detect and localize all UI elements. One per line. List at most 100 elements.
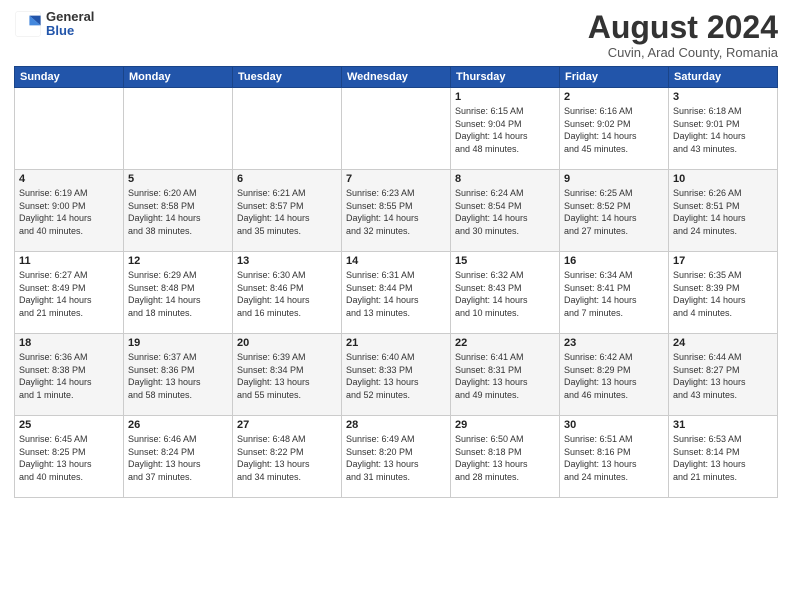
table-row: 22Sunrise: 6:41 AM Sunset: 8:31 PM Dayli… xyxy=(451,334,560,416)
table-row: 16 Sunrise: 6:34 AM Sunset: 8:41 PM Dayli… xyxy=(560,252,669,334)
logo: General Blue xyxy=(14,10,94,39)
col-saturday: Saturday xyxy=(669,67,778,88)
table-row: 30Sunrise: 6:51 AM Sunset: 8:16 PM Dayli… xyxy=(560,416,669,498)
calendar-week-row: 25Sunrise: 6:45 AM Sunset: 8:25 PM Dayli… xyxy=(15,416,778,498)
day-info: Sunrise: 6:45 AM Sunset: 8:25 PM Dayligh… xyxy=(19,433,119,483)
month-title: August 2024 xyxy=(588,10,778,45)
day-number: 10 xyxy=(673,173,773,185)
table-row: 28Sunrise: 6:49 AM Sunset: 8:20 PM Dayli… xyxy=(342,416,451,498)
table-row: 5 Sunrise: 6:20 AM Sunset: 8:58 PM Daylig… xyxy=(124,170,233,252)
day-number: 21 xyxy=(346,337,446,349)
day-number: 16 xyxy=(564,255,664,267)
table-row: 15 Sunrise: 6:32 AM Sunset: 8:43 PM Dayli… xyxy=(451,252,560,334)
table-row: 6Sunrise: 6:21 AM Sunset: 8:57 PM Daylig… xyxy=(233,170,342,252)
day-number: 26 xyxy=(128,419,228,431)
calendar-week-row: 4Sunrise: 6:19 AM Sunset: 9:00 PM Daylig… xyxy=(15,170,778,252)
day-number: 3 xyxy=(673,91,773,103)
table-row: 24Sunrise: 6:44 AM Sunset: 8:27 PM Dayli… xyxy=(669,334,778,416)
day-info: Sunrise: 6:23 AM Sunset: 8:55 PM Dayligh… xyxy=(346,187,446,237)
table-row: 7 Sunrise: 6:23 AM Sunset: 8:55 PM Daylig… xyxy=(342,170,451,252)
day-number: 27 xyxy=(237,419,337,431)
day-number: 19 xyxy=(128,337,228,349)
day-number: 17 xyxy=(673,255,773,267)
day-number: 13 xyxy=(237,255,337,267)
table-row: 4Sunrise: 6:19 AM Sunset: 9:00 PM Daylig… xyxy=(15,170,124,252)
title-block: August 2024 Cuvin, Arad County, Romania xyxy=(588,10,778,60)
day-number: 28 xyxy=(346,419,446,431)
day-info: Sunrise: 6:32 AM Sunset: 8:43 PM Dayligh… xyxy=(455,269,555,319)
table-row: 10 Sunrise: 6:26 AM Sunset: 8:51 PM Dayli… xyxy=(669,170,778,252)
day-info: Sunrise: 6:25 AM Sunset: 8:52 PM Dayligh… xyxy=(564,187,664,237)
day-info: Sunrise: 6:16 AM Sunset: 9:02 PM Dayligh… xyxy=(564,105,664,155)
day-info: Sunrise: 6:34 AM Sunset: 8:41 PM Dayligh… xyxy=(564,269,664,319)
col-friday: Friday xyxy=(560,67,669,88)
header: General Blue August 2024 Cuvin, Arad Cou… xyxy=(14,10,778,60)
logo-blue-label: Blue xyxy=(46,24,94,38)
table-row: 26 Sunrise: 6:46 AM Sunset: 8:24 PM Dayli… xyxy=(124,416,233,498)
day-info: Sunrise: 6:26 AM Sunset: 8:51 PM Dayligh… xyxy=(673,187,773,237)
calendar-table: Sunday Monday Tuesday Wednesday Thursday… xyxy=(14,66,778,498)
day-number: 7 xyxy=(346,173,446,185)
col-tuesday: Tuesday xyxy=(233,67,342,88)
table-row xyxy=(342,88,451,170)
logo-general-label: General xyxy=(46,10,94,24)
day-number: 18 xyxy=(19,337,119,349)
calendar-header-row: Sunday Monday Tuesday Wednesday Thursday… xyxy=(15,67,778,88)
day-number: 20 xyxy=(237,337,337,349)
table-row: 20 Sunrise: 6:39 AM Sunset: 8:34 PM Dayli… xyxy=(233,334,342,416)
table-row: 23Sunrise: 6:42 AM Sunset: 8:29 PM Dayli… xyxy=(560,334,669,416)
table-row: 29Sunrise: 6:50 AM Sunset: 8:18 PM Dayli… xyxy=(451,416,560,498)
table-row: 2 Sunrise: 6:16 AM Sunset: 9:02 PM Daylig… xyxy=(560,88,669,170)
table-row: 19 Sunrise: 6:37 AM Sunset: 8:36 PM Dayli… xyxy=(124,334,233,416)
table-row xyxy=(233,88,342,170)
day-number: 12 xyxy=(128,255,228,267)
day-number: 30 xyxy=(564,419,664,431)
day-number: 5 xyxy=(128,173,228,185)
day-number: 6 xyxy=(237,173,337,185)
table-row xyxy=(15,88,124,170)
day-number: 2 xyxy=(564,91,664,103)
table-row: 17 Sunrise: 6:35 AM Sunset: 8:39 PM Dayli… xyxy=(669,252,778,334)
day-number: 15 xyxy=(455,255,555,267)
logo-text: General Blue xyxy=(46,10,94,39)
day-number: 8 xyxy=(455,173,555,185)
calendar-week-row: 11Sunrise: 6:27 AM Sunset: 8:49 PM Dayli… xyxy=(15,252,778,334)
day-number: 14 xyxy=(346,255,446,267)
location-subtitle: Cuvin, Arad County, Romania xyxy=(588,45,778,60)
day-number: 11 xyxy=(19,255,119,267)
day-number: 22 xyxy=(455,337,555,349)
table-row xyxy=(124,88,233,170)
table-row: 12 Sunrise: 6:29 AM Sunset: 8:48 PM Dayli… xyxy=(124,252,233,334)
table-row: 11Sunrise: 6:27 AM Sunset: 8:49 PM Dayli… xyxy=(15,252,124,334)
logo-icon xyxy=(14,10,42,38)
day-info: Sunrise: 6:40 AM Sunset: 8:33 PM Dayligh… xyxy=(346,351,446,401)
day-info: Sunrise: 6:42 AM Sunset: 8:29 PM Dayligh… xyxy=(564,351,664,401)
day-info: Sunrise: 6:46 AM Sunset: 8:24 PM Dayligh… xyxy=(128,433,228,483)
calendar-week-row: 18Sunrise: 6:36 AM Sunset: 8:38 PM Dayli… xyxy=(15,334,778,416)
day-number: 1 xyxy=(455,91,555,103)
table-row: 31 Sunrise: 6:53 AM Sunset: 8:14 PM Dayli… xyxy=(669,416,778,498)
day-info: Sunrise: 6:30 AM Sunset: 8:46 PM Dayligh… xyxy=(237,269,337,319)
day-info: Sunrise: 6:29 AM Sunset: 8:48 PM Dayligh… xyxy=(128,269,228,319)
table-row: 18Sunrise: 6:36 AM Sunset: 8:38 PM Dayli… xyxy=(15,334,124,416)
col-wednesday: Wednesday xyxy=(342,67,451,88)
day-info: Sunrise: 6:39 AM Sunset: 8:34 PM Dayligh… xyxy=(237,351,337,401)
day-info: Sunrise: 6:48 AM Sunset: 8:22 PM Dayligh… xyxy=(237,433,337,483)
day-info: Sunrise: 6:19 AM Sunset: 9:00 PM Dayligh… xyxy=(19,187,119,237)
day-info: Sunrise: 6:53 AM Sunset: 8:14 PM Dayligh… xyxy=(673,433,773,483)
day-number: 31 xyxy=(673,419,773,431)
table-row: 1Sunrise: 6:15 AM Sunset: 9:04 PM Daylig… xyxy=(451,88,560,170)
day-info: Sunrise: 6:35 AM Sunset: 8:39 PM Dayligh… xyxy=(673,269,773,319)
table-row: 27 Sunrise: 6:48 AM Sunset: 8:22 PM Dayli… xyxy=(233,416,342,498)
day-info: Sunrise: 6:31 AM Sunset: 8:44 PM Dayligh… xyxy=(346,269,446,319)
table-row: 21 Sunrise: 6:40 AM Sunset: 8:33 PM Dayli… xyxy=(342,334,451,416)
table-row: 9Sunrise: 6:25 AM Sunset: 8:52 PM Daylig… xyxy=(560,170,669,252)
day-info: Sunrise: 6:37 AM Sunset: 8:36 PM Dayligh… xyxy=(128,351,228,401)
day-info: Sunrise: 6:18 AM Sunset: 9:01 PM Dayligh… xyxy=(673,105,773,155)
col-thursday: Thursday xyxy=(451,67,560,88)
day-number: 24 xyxy=(673,337,773,349)
day-info: Sunrise: 6:20 AM Sunset: 8:58 PM Dayligh… xyxy=(128,187,228,237)
day-number: 29 xyxy=(455,419,555,431)
col-monday: Monday xyxy=(124,67,233,88)
day-info: Sunrise: 6:24 AM Sunset: 8:54 PM Dayligh… xyxy=(455,187,555,237)
